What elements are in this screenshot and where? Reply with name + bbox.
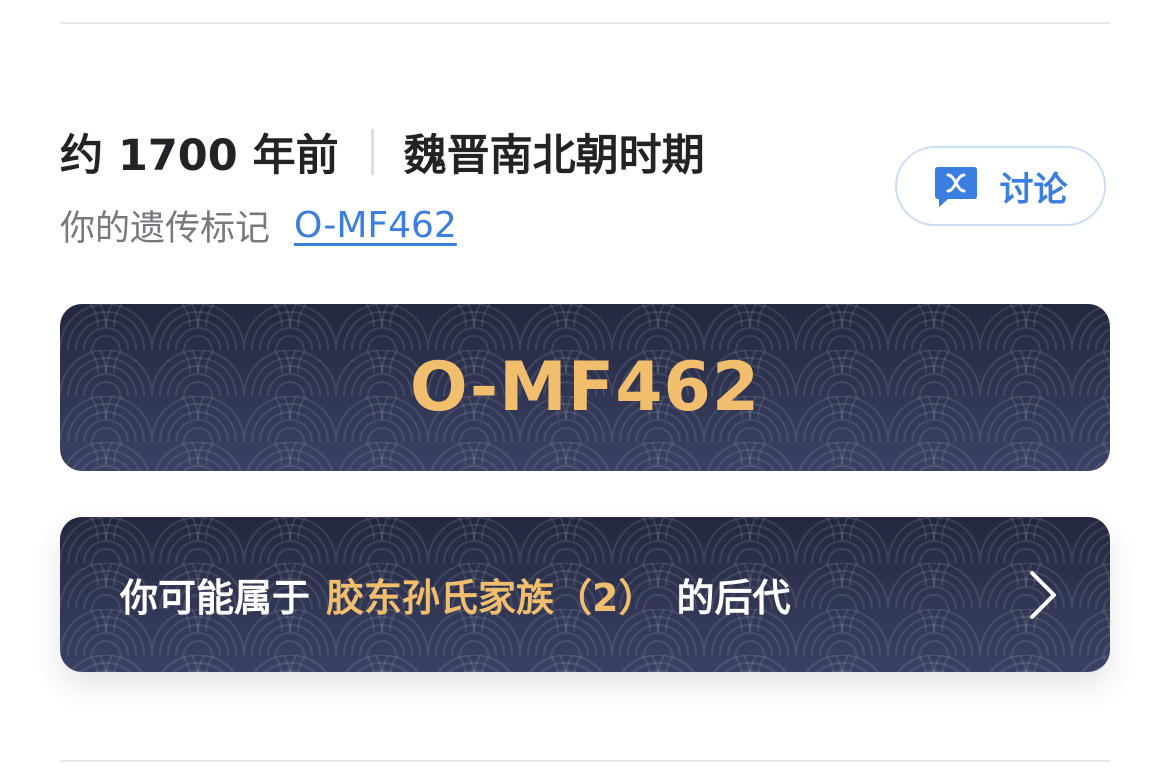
genetic-marker-link[interactable]: O-MF462 [294,205,457,246]
bottom-divider [60,760,1110,762]
years-ago-text: 约 1700 年前 [60,131,339,181]
clan-description: 你可能属于 胶东孙氏家族（2） 的后代 [120,517,790,672]
clan-prefix: 你可能属于 [120,576,311,620]
haplogroup-card: O-MF462 [60,304,1110,471]
discuss-label: 讨论 [999,169,1068,210]
period-text: 魏晋南北朝时期 [403,131,705,181]
genetic-marker-label: 你的遗传标记 [60,208,271,249]
genetic-marker-row: 你的遗传标记 O-MF462 [60,198,457,252]
discuss-button[interactable]: 讨论 [895,146,1106,226]
top-divider [60,22,1110,24]
era-header: 约 1700 年前 魏晋南北朝时期 [60,120,705,184]
chevron-right-icon [1030,570,1056,619]
clan-card[interactable]: 你可能属于 胶东孙氏家族（2） 的后代 [60,517,1110,672]
era-separator [370,129,374,175]
haplogroup-title: O-MF462 [409,348,761,427]
clan-suffix: 的后代 [676,576,791,620]
clan-name: 胶东孙氏家族（2） [326,576,657,620]
chat-bubble-icon [934,167,977,207]
